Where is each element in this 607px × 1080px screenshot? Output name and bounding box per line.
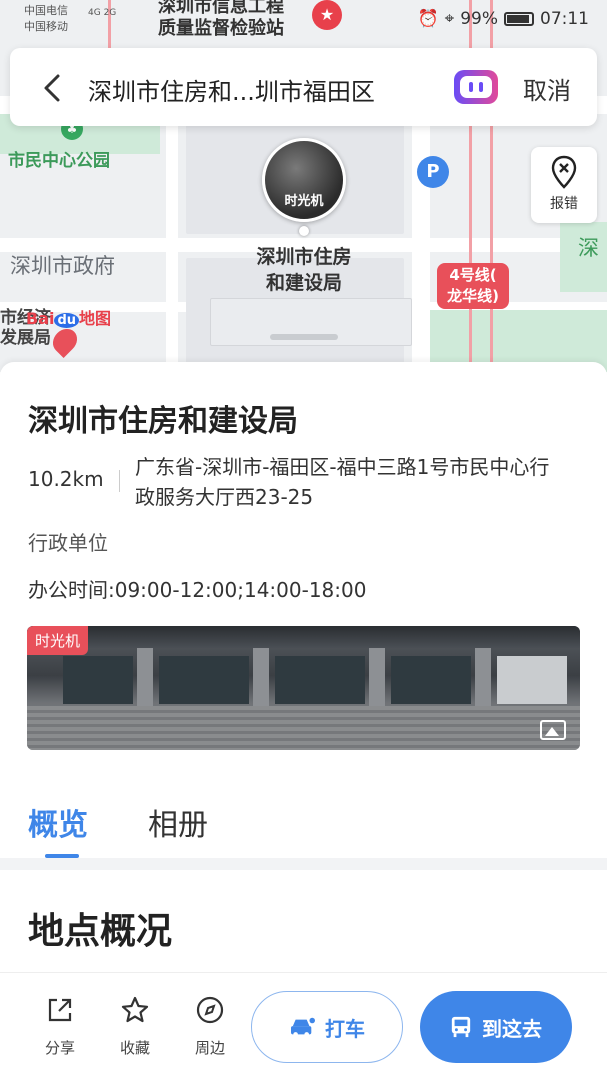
photo-roof: [27, 626, 580, 648]
poi-title: 深圳市住房和建设局: [28, 404, 298, 439]
taxi-label: 打车: [325, 1016, 365, 1041]
map-poi-name-line1: 深圳市住房: [256, 246, 352, 268]
pin-anchor: [299, 226, 309, 236]
chevron-left-icon: [44, 74, 60, 102]
tab-bar: 概览 相册: [0, 792, 607, 858]
baidu-map-logo: Bai du 地图: [26, 305, 111, 329]
signal-2-label: 2G: [103, 8, 117, 18]
map-left-label-line2: 发展局: [0, 328, 51, 348]
parking-icon[interactable]: P: [417, 156, 449, 188]
share-button[interactable]: 分享: [36, 995, 84, 1058]
metro-badge-line1: 4号线(: [449, 266, 497, 284]
carrier-info: 中国电信 中国移动: [24, 3, 68, 35]
clock: 07:11: [540, 9, 589, 29]
back-button[interactable]: [34, 68, 70, 108]
photo-pillar: [137, 648, 153, 708]
poi-distance: 10.2km: [28, 467, 104, 491]
gallery-icon[interactable]: [540, 720, 566, 740]
map-poi-name-line2: 和建设局: [265, 272, 342, 294]
poi-address: 广东省-深圳市-福田区-福中三路1号市民中心行政服务大厅西23-25: [135, 455, 550, 509]
nearby-label: 周边: [194, 1039, 225, 1057]
photo-window: [391, 656, 471, 704]
poi-photo[interactable]: 时光机: [27, 626, 580, 750]
baidu-logo-text: Bai: [26, 309, 55, 328]
taxi-button[interactable]: 打车: [251, 991, 403, 1063]
search-bar[interactable]: 深圳市住房和...圳市福田区 取消: [10, 48, 597, 126]
poi-category: 行政单位: [28, 531, 108, 555]
search-query[interactable]: 深圳市住房和...圳市福田区: [88, 72, 375, 107]
time-machine-label: 时光机: [284, 194, 324, 209]
signal-icon: 4G 2G: [88, 8, 116, 18]
drag-handle[interactable]: [270, 334, 338, 340]
report-error-button[interactable]: 报错: [531, 147, 597, 223]
favorite-label: 收藏: [119, 1039, 150, 1057]
photo-steps: [27, 706, 580, 750]
photo-window: [159, 656, 249, 704]
battery-icon: [504, 12, 534, 26]
metro-badge-line2: 龙华线): [447, 287, 499, 305]
go-here-button[interactable]: 到这去: [420, 991, 572, 1063]
share-label: 分享: [44, 1039, 75, 1057]
map-poi-line1: 深圳市信息工程: [158, 0, 284, 17]
status-bar: 中国电信 中国移动 4G 2G ⏰ ⌖ 99% 07:11: [0, 0, 607, 40]
cancel-button[interactable]: 取消: [523, 71, 571, 106]
map-park-label[interactable]: 市民中心公园: [8, 146, 110, 171]
photo-window: [497, 656, 567, 704]
map-gov-label[interactable]: 深圳市政府: [10, 250, 115, 280]
signal-1-label: 4G: [88, 8, 101, 18]
photo-pillar: [253, 648, 269, 708]
bottom-action-bar: 分享 收藏 周边 打车 到这去: [0, 972, 607, 1080]
favorite-button[interactable]: 收藏: [111, 995, 159, 1058]
time-machine-pin[interactable]: 时光机: [262, 138, 346, 222]
carrier-2: 中国移动: [24, 20, 68, 33]
map-poi-label[interactable]: 深圳市信息工程 质量监督检验站: [158, 0, 284, 40]
map-marker-icon[interactable]: [48, 324, 82, 358]
photo-pillar: [475, 648, 491, 708]
taxi-icon: [291, 1017, 315, 1037]
metro-line-badge[interactable]: 4号线( 龙华线): [437, 263, 509, 309]
map-view[interactable]: 中国电信 中国移动 4G 2G ⏰ ⌖ 99% 07:11 深圳市信息工程 质量…: [0, 0, 607, 372]
map-poi-name[interactable]: 深圳市住房 和建设局: [236, 244, 372, 296]
location-icon: ⌖: [444, 9, 455, 29]
map-road: [166, 96, 178, 372]
photo-pillar: [369, 648, 385, 708]
alarm-icon: ⏰: [417, 9, 439, 29]
baidu-logo-suffix: 地图: [79, 309, 112, 328]
map-right-edge-label: 深: [578, 236, 599, 260]
carrier-1: 中国电信: [24, 4, 68, 17]
section-divider: [0, 858, 607, 870]
report-error-label: 报错: [550, 196, 578, 212]
section-title: 地点概况: [28, 911, 173, 952]
map-road: [412, 96, 430, 372]
status-right: ⏰ ⌖ 99% 07:11: [417, 9, 589, 29]
baidu-logo-du: du: [54, 313, 80, 328]
nearby-button[interactable]: 周边: [186, 995, 234, 1058]
compass-icon: [196, 996, 224, 1024]
star-icon: [121, 996, 149, 1023]
poi-hours: 办公时间:09:00-12:00;14:00-18:00: [28, 578, 367, 602]
voice-assistant-button[interactable]: [454, 70, 498, 104]
time-machine-badge: 时光机: [27, 626, 89, 655]
divider: [119, 470, 120, 492]
photo-window: [275, 656, 365, 704]
voice-assistant-icon: [469, 82, 483, 92]
tab-album[interactable]: 相册: [148, 800, 208, 844]
star-marker-icon[interactable]: ★: [312, 0, 342, 30]
go-here-label: 到这去: [482, 1016, 542, 1041]
bus-icon: [451, 1016, 471, 1038]
photo-window: [63, 656, 133, 704]
tab-overview[interactable]: 概览: [28, 800, 88, 844]
map-pin-x-icon: [551, 155, 577, 189]
battery-percent: 99%: [460, 9, 498, 29]
map-poi-line2: 质量监督检验站: [158, 18, 284, 39]
share-icon: [48, 998, 72, 1022]
